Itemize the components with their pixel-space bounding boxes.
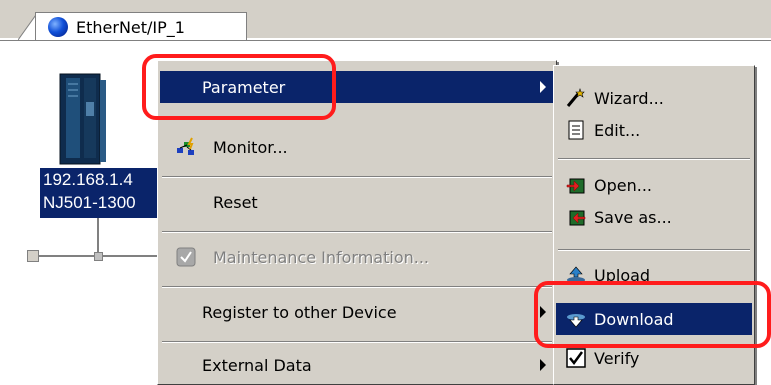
verify-check-icon — [566, 348, 586, 368]
wizard-icon — [566, 88, 585, 107]
plc-device-icon[interactable] — [58, 72, 108, 167]
submenu-item-label: Save as... — [594, 208, 672, 227]
menu-item-label: Register to other Device — [202, 303, 397, 322]
submenu-item-label: Verify — [594, 349, 640, 368]
submenu-item-label: Wizard... — [594, 89, 664, 108]
device-label[interactable]: 192.168.1.4 NJ501-1300 — [40, 168, 173, 218]
menu-item-external-data[interactable]: External Data — [160, 349, 554, 381]
menu-separator — [162, 231, 552, 233]
menu-item-register[interactable]: Register to other Device — [160, 296, 554, 328]
submenu-item-edit[interactable]: Edit... — [556, 114, 752, 146]
bus-line-vertical — [97, 218, 99, 256]
menu-item-reset[interactable]: Reset — [160, 186, 554, 218]
menu-separator — [558, 249, 750, 251]
submenu-item-wizard[interactable]: Wizard... — [556, 82, 752, 114]
menu-item-label: Reset — [213, 193, 258, 212]
menu-item-label: External Data — [202, 356, 312, 375]
maintenance-icon — [176, 247, 196, 267]
bus-joint — [94, 252, 103, 261]
menu-separator — [558, 158, 750, 160]
submenu-item-open[interactable]: Open... — [556, 169, 752, 201]
device-ip: 192.168.1.4 — [43, 170, 133, 189]
menu-separator — [162, 341, 552, 343]
menu-item-maintenance[interactable]: Maintenance Information... — [160, 241, 554, 273]
edit-document-icon — [568, 120, 584, 140]
open-file-icon — [566, 178, 585, 194]
submenu-item-save-as[interactable]: Save as... — [556, 201, 752, 233]
menu-item-monitor[interactable]: Monitor... — [160, 131, 554, 163]
submenu-item-label: Open... — [594, 176, 652, 195]
annotation-highlight-parameter — [142, 54, 336, 120]
monitor-icon — [177, 137, 194, 155]
submenu-item-label: Edit... — [594, 121, 641, 140]
tab-label: EtherNet/IP_1 — [76, 18, 185, 37]
device-model: NJ501-1300 — [43, 193, 136, 212]
menu-separator — [162, 176, 552, 178]
save-as-icon — [569, 210, 586, 226]
menu-item-label: Monitor... — [213, 138, 288, 157]
submenu-arrow-icon — [540, 81, 546, 93]
globe-icon — [48, 17, 68, 37]
menu-separator — [162, 286, 552, 288]
submenu-arrow-icon — [540, 359, 546, 371]
annotation-highlight-download — [534, 281, 771, 348]
menu-item-label: Maintenance Information... — [213, 248, 429, 267]
bus-endpoint — [27, 250, 39, 262]
